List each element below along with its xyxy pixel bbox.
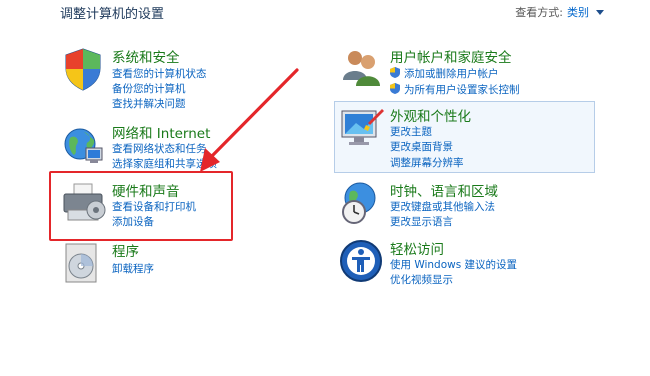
annotation-arrow-icon: [200, 68, 299, 172]
